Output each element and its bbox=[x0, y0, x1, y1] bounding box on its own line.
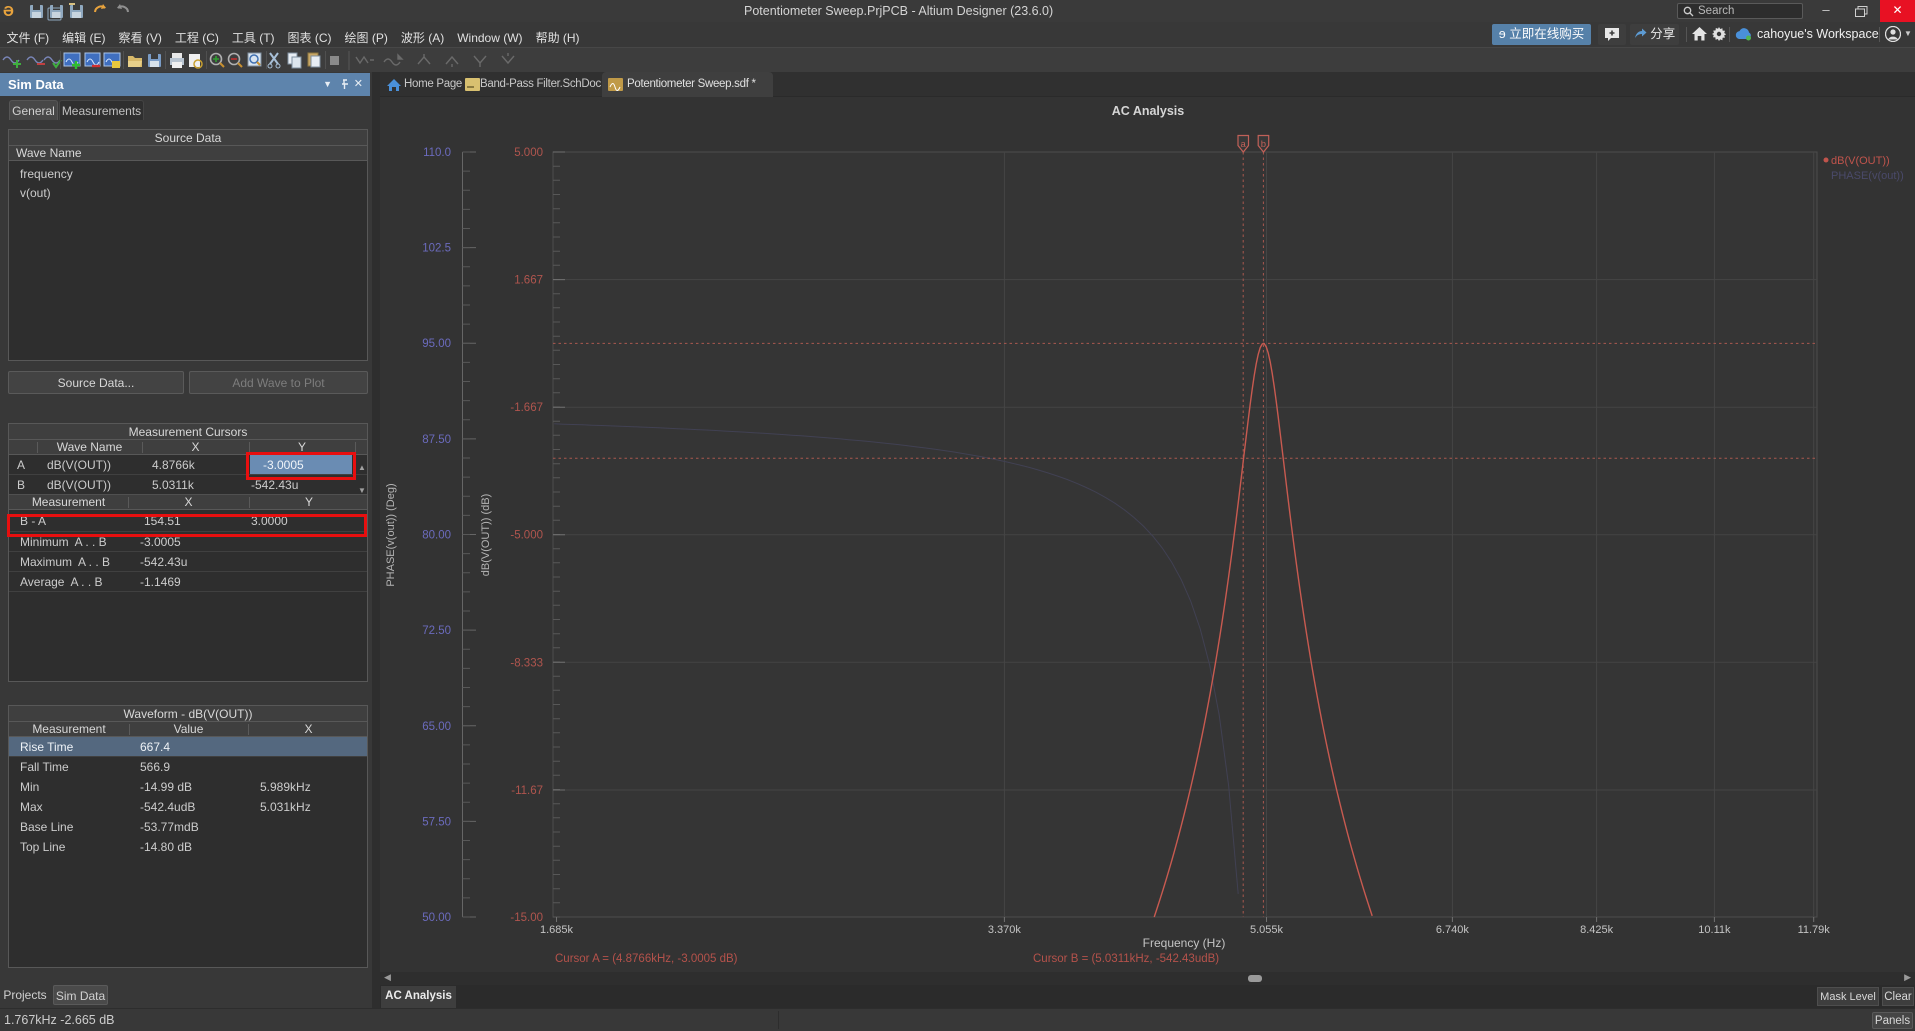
svg-text:-15.00: -15.00 bbox=[510, 912, 543, 924]
svg-text:80.00: 80.00 bbox=[422, 530, 451, 542]
svg-text:1.667: 1.667 bbox=[514, 275, 543, 287]
svg-text:Cursor B = (5.0311kHz, -542.43: Cursor B = (5.0311kHz, -542.43udB) bbox=[1033, 953, 1219, 965]
svg-text:5.000: 5.000 bbox=[514, 147, 543, 159]
svg-text:8.425k: 8.425k bbox=[1580, 924, 1614, 936]
svg-text:50.00: 50.00 bbox=[422, 912, 451, 924]
svg-text:87.50: 87.50 bbox=[422, 434, 451, 446]
svg-text:102.5: 102.5 bbox=[422, 243, 451, 255]
svg-text:6.740k: 6.740k bbox=[1436, 924, 1470, 936]
svg-text:72.50: 72.50 bbox=[422, 625, 451, 637]
svg-text:PHASE(v(out)): PHASE(v(out)) bbox=[1831, 170, 1904, 182]
svg-text:a: a bbox=[1241, 139, 1247, 150]
svg-text:95.00: 95.00 bbox=[422, 338, 451, 350]
svg-text:5.055k: 5.055k bbox=[1250, 924, 1284, 936]
svg-text:11.79k: 11.79k bbox=[1798, 924, 1831, 936]
svg-text:dB(V(OUT)) (dB): dB(V(OUT)) (dB) bbox=[480, 494, 492, 577]
svg-text:b: b bbox=[1261, 139, 1266, 150]
svg-text:Cursor A = (4.8766kHz, -3.0005: Cursor A = (4.8766kHz, -3.0005 dB) bbox=[555, 953, 738, 965]
svg-text:-8.333: -8.333 bbox=[510, 657, 543, 669]
svg-text:Frequency (Hz): Frequency (Hz) bbox=[1143, 936, 1226, 950]
svg-text:PHASE(v(out)) (Deg): PHASE(v(out)) (Deg) bbox=[385, 483, 397, 586]
svg-text:57.50: 57.50 bbox=[422, 816, 451, 828]
svg-text:10.11k: 10.11k bbox=[1698, 924, 1731, 936]
svg-text:3.370k: 3.370k bbox=[988, 924, 1022, 936]
svg-text:-11.67: -11.67 bbox=[511, 785, 543, 797]
svg-text:-1.667: -1.667 bbox=[510, 402, 543, 414]
svg-text:Ə: Ə bbox=[3, 3, 14, 20]
svg-text:1.685k: 1.685k bbox=[540, 924, 574, 936]
svg-text:-5.000: -5.000 bbox=[510, 530, 543, 542]
svg-text:AC Analysis: AC Analysis bbox=[1112, 104, 1185, 118]
svg-text:dB(V(OUT)): dB(V(OUT)) bbox=[1831, 155, 1890, 167]
svg-text:110.0: 110.0 bbox=[423, 147, 451, 159]
svg-text:65.00: 65.00 bbox=[422, 721, 451, 733]
